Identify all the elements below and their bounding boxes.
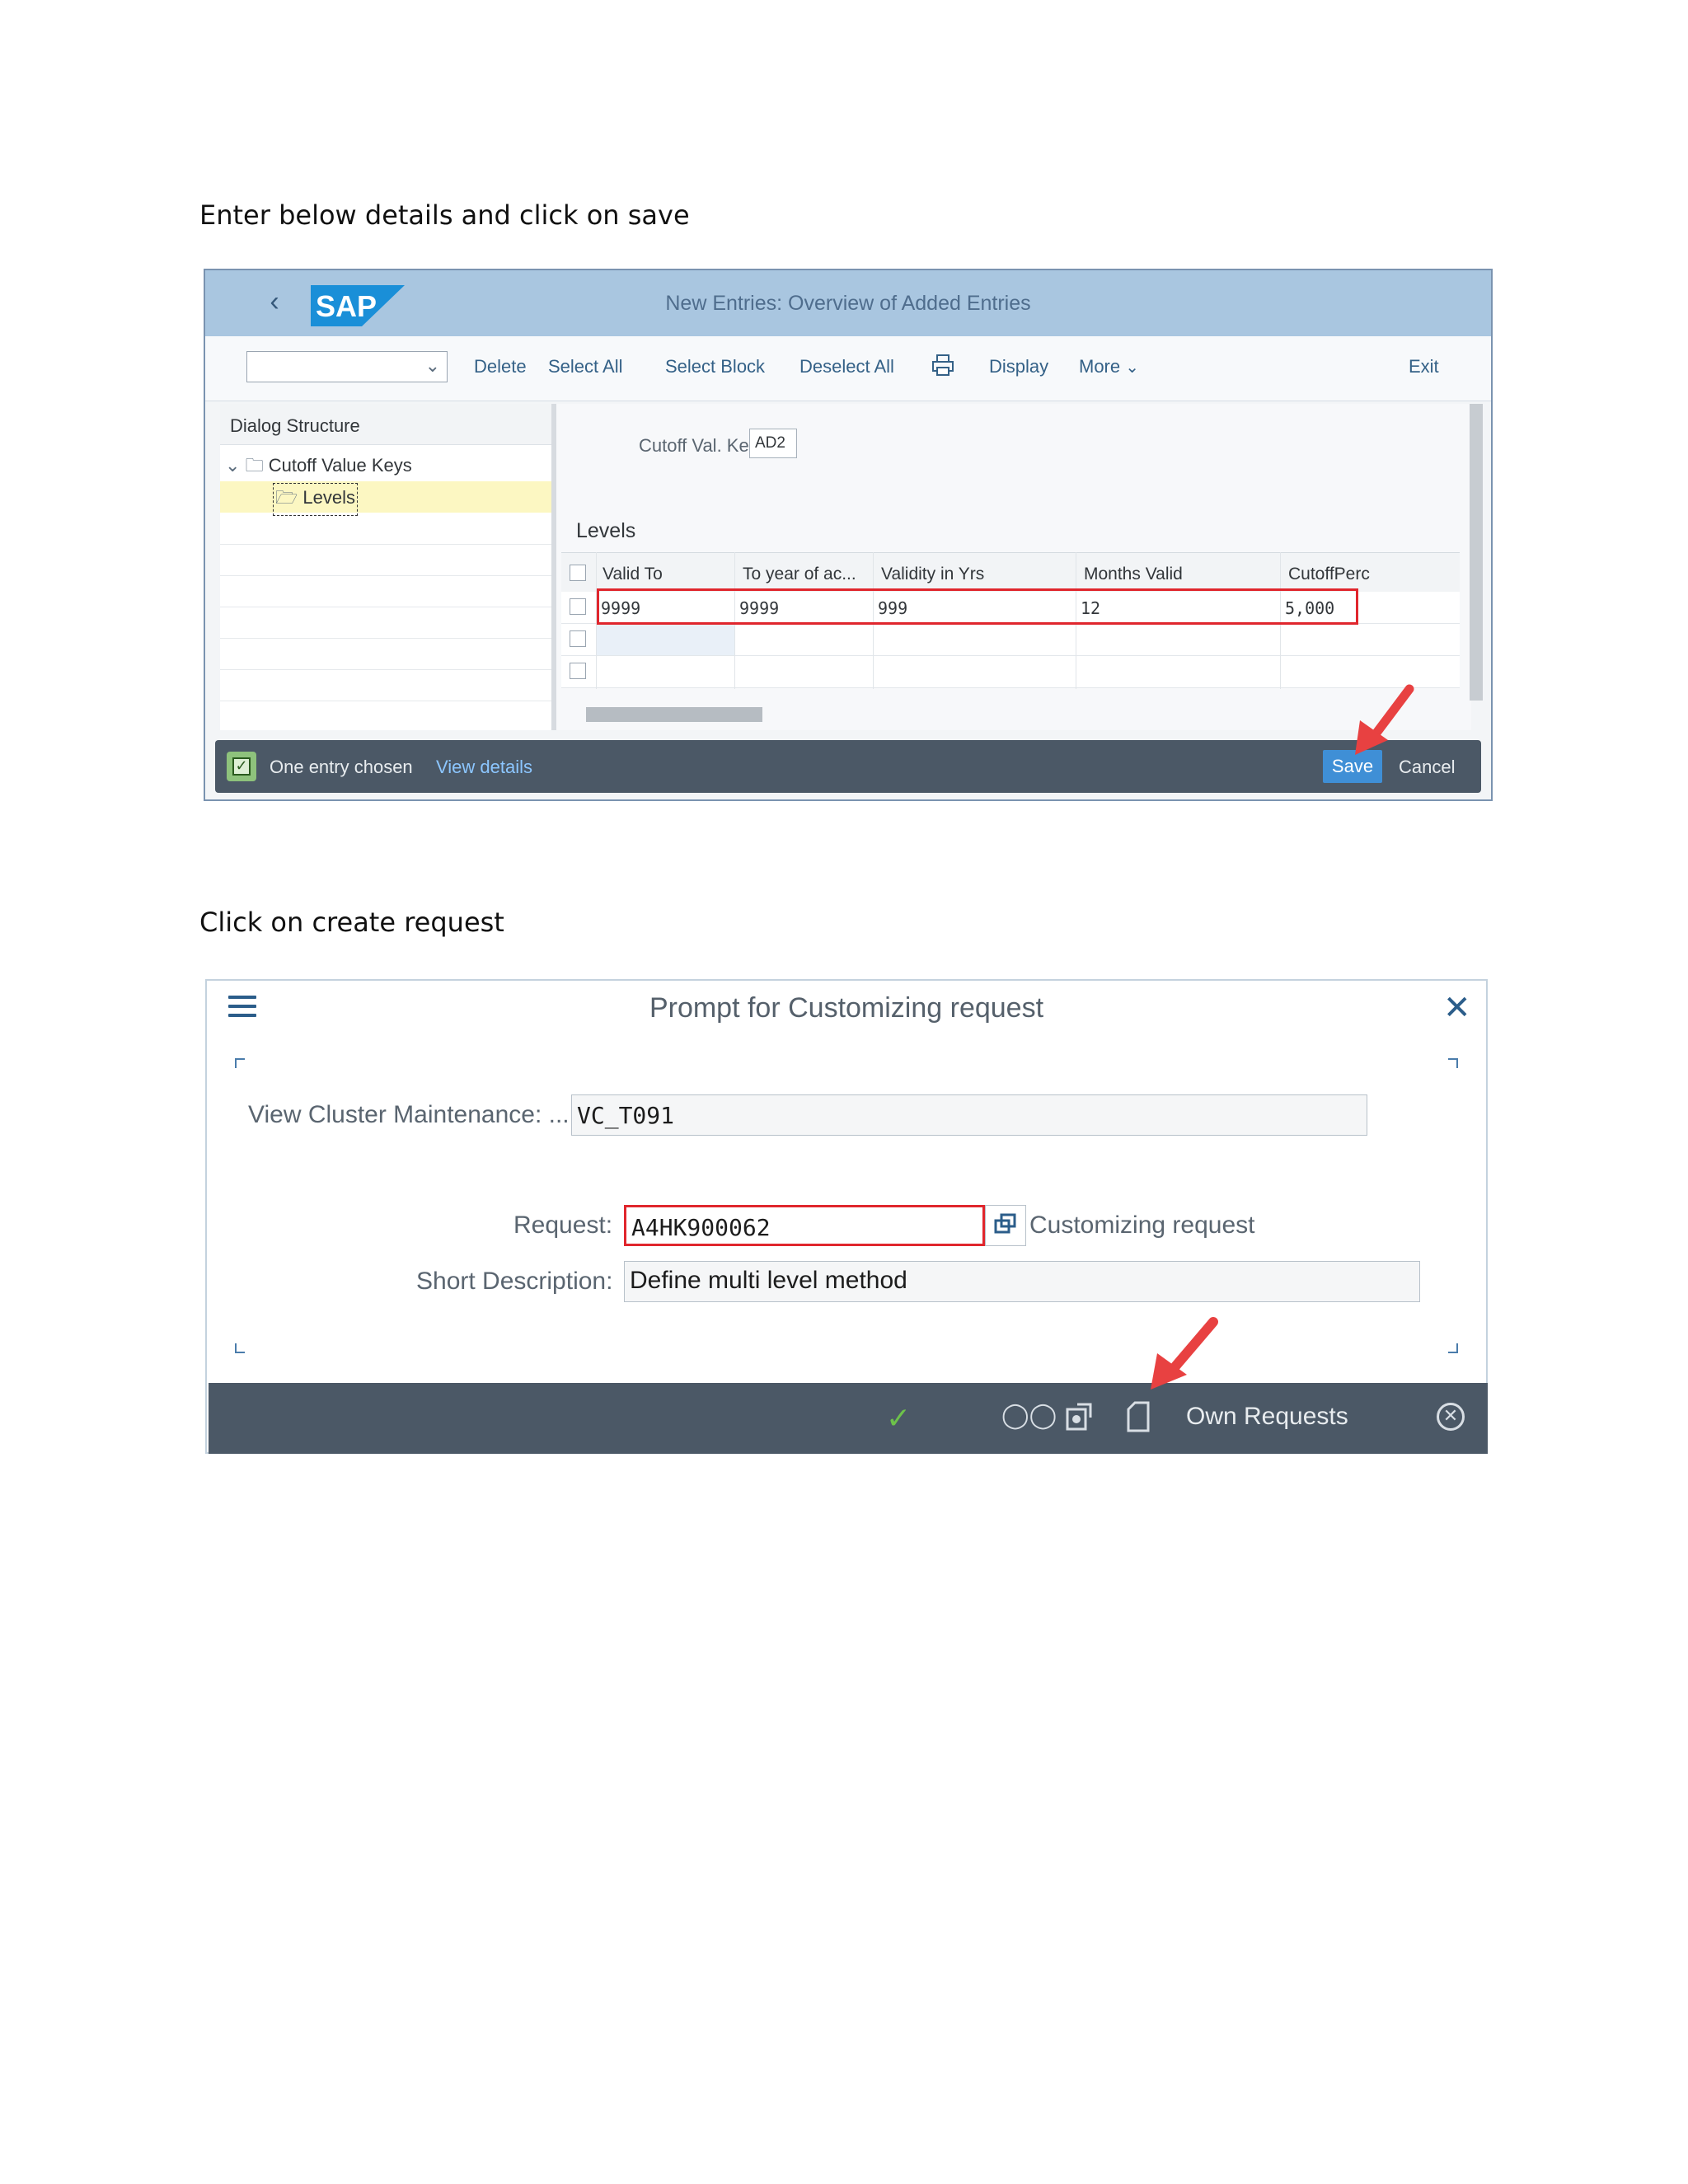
close-icon[interactable]: ✕ bbox=[1443, 989, 1471, 1027]
cancel-button[interactable]: Cancel bbox=[1399, 757, 1455, 778]
request-label: Request: bbox=[513, 1212, 613, 1239]
more-label: More bbox=[1079, 356, 1121, 377]
focused-cell[interactable] bbox=[596, 624, 734, 655]
levels-section-title: Levels bbox=[576, 519, 636, 542]
select-all-button[interactable]: Select All bbox=[548, 356, 623, 377]
caption-step1: Enter below details and click on save bbox=[199, 199, 690, 231]
table-header: Valid To To year of ac... Validity in Yr… bbox=[561, 552, 1460, 593]
column-header-months-valid[interactable]: Months Valid bbox=[1084, 565, 1183, 584]
chevron-down-icon: ⌄ bbox=[424, 355, 440, 376]
status-footer: ✓ One entry chosen View details Save Can… bbox=[215, 740, 1481, 793]
deselect-all-button[interactable]: Deselect All bbox=[799, 356, 894, 377]
red-arrow-icon bbox=[1355, 684, 1414, 755]
column-header-cutoff-perc[interactable]: CutoffPerc bbox=[1288, 565, 1370, 584]
divider bbox=[220, 638, 551, 639]
vertical-scrollbar[interactable] bbox=[1470, 404, 1483, 701]
page-title: New Entries: Overview of Added Entries bbox=[665, 292, 1031, 315]
create-request-icon[interactable] bbox=[1062, 1401, 1095, 1434]
cutoff-key-field[interactable]: AD2 bbox=[749, 429, 797, 458]
own-requests-button[interactable]: Own Requests bbox=[1186, 1403, 1348, 1431]
detail-pane: Cutoff Val. Key: AD2 Levels Valid To To … bbox=[556, 404, 1471, 730]
caption-step2: Click on create request bbox=[199, 907, 504, 938]
view-cluster-label: View Cluster Maintenance: ... bbox=[248, 1101, 570, 1128]
action-dropdown[interactable]: ⌄ bbox=[246, 351, 448, 382]
corner-mark bbox=[1448, 1343, 1458, 1353]
short-description-label: Short Description: bbox=[416, 1268, 613, 1295]
row-checkbox[interactable] bbox=[570, 598, 586, 615]
select-block-button[interactable]: Select Block bbox=[665, 356, 765, 377]
tree-item-cutoff-value-keys[interactable]: ⌄ 🗀 Cutoff Value Keys bbox=[225, 452, 412, 483]
divider bbox=[220, 544, 551, 545]
divider bbox=[220, 575, 551, 576]
corner-mark bbox=[235, 1058, 245, 1068]
chevron-down-icon: ⌄ bbox=[225, 455, 241, 476]
column-header-to-year[interactable]: To year of ac... bbox=[743, 565, 856, 584]
value-help-button[interactable] bbox=[985, 1205, 1026, 1246]
value-help-icon bbox=[994, 1213, 1016, 1234]
tree-selection-highlight bbox=[220, 481, 551, 513]
display-button[interactable]: Display bbox=[989, 356, 1048, 377]
view-details-link[interactable]: View details bbox=[436, 757, 532, 778]
select-all-checkbox[interactable] bbox=[570, 565, 586, 581]
row-checkbox[interactable] bbox=[570, 630, 586, 647]
corner-mark bbox=[1448, 1058, 1458, 1068]
glasses-icon[interactable]: ◯◯ bbox=[1001, 1401, 1057, 1430]
checkmark-icon[interactable]: ✓ bbox=[886, 1401, 911, 1436]
corner-mark bbox=[235, 1343, 245, 1353]
short-description-field[interactable]: Define multi level method bbox=[624, 1261, 1420, 1302]
tree-item-label: Levels bbox=[302, 487, 355, 508]
exit-button[interactable]: Exit bbox=[1409, 356, 1439, 377]
dialog-structure-pane: Dialog Structure ⌄ 🗀 Cutoff Value Keys 🗁… bbox=[220, 404, 556, 730]
folder-icon: 🗀 bbox=[245, 455, 264, 476]
table-row[interactable] bbox=[561, 624, 1460, 656]
column-header-validity[interactable]: Validity in Yrs bbox=[881, 565, 984, 584]
document-icon[interactable] bbox=[1125, 1401, 1153, 1434]
tree-item-levels[interactable]: 🗁 Levels bbox=[273, 483, 358, 516]
row-checkbox[interactable] bbox=[570, 663, 586, 679]
sap-entries-screenshot: ‹ SAP New Entries: Overview of Added Ent… bbox=[204, 269, 1493, 801]
more-button[interactable]: More ⌄ bbox=[1079, 356, 1139, 377]
table-row[interactable] bbox=[561, 656, 1460, 688]
view-cluster-field[interactable]: VC_T091 bbox=[571, 1094, 1367, 1136]
customizing-request-screenshot: Prompt for Customizing request ✕ View Cl… bbox=[205, 979, 1494, 1460]
dialog-title: Prompt for Customizing request bbox=[649, 992, 1044, 1024]
folder-open-icon: 🗁 bbox=[275, 487, 298, 508]
cancel-circle-icon[interactable]: ✕ bbox=[1437, 1403, 1465, 1431]
highlight-box bbox=[597, 588, 1358, 625]
print-icon[interactable] bbox=[931, 353, 955, 377]
toolbar: ⌄ Delete Select All Select Block Deselec… bbox=[205, 336, 1491, 401]
chevron-down-icon: ⌄ bbox=[1125, 359, 1140, 377]
request-description: Customizing request bbox=[1029, 1212, 1255, 1239]
request-field[interactable]: A4HK900062 bbox=[624, 1205, 985, 1246]
cutoff-key-label: Cutoff Val. Key: bbox=[639, 435, 763, 456]
status-message: One entry chosen bbox=[270, 757, 413, 777]
delete-button[interactable]: Delete bbox=[474, 356, 527, 377]
divider bbox=[220, 669, 551, 670]
dialog-footer: ✓ ◯◯ Own Requests ✕ bbox=[209, 1383, 1488, 1454]
dialog-structure-title: Dialog Structure bbox=[220, 404, 551, 445]
tree-item-label: Cutoff Value Keys bbox=[268, 455, 412, 476]
red-arrow-icon bbox=[1151, 1317, 1218, 1390]
success-icon: ✓ bbox=[227, 752, 256, 781]
column-header-valid-to[interactable]: Valid To bbox=[603, 565, 663, 584]
horizontal-scrollbar[interactable] bbox=[586, 707, 762, 722]
sap-header: ‹ SAP New Entries: Overview of Added Ent… bbox=[205, 270, 1491, 336]
